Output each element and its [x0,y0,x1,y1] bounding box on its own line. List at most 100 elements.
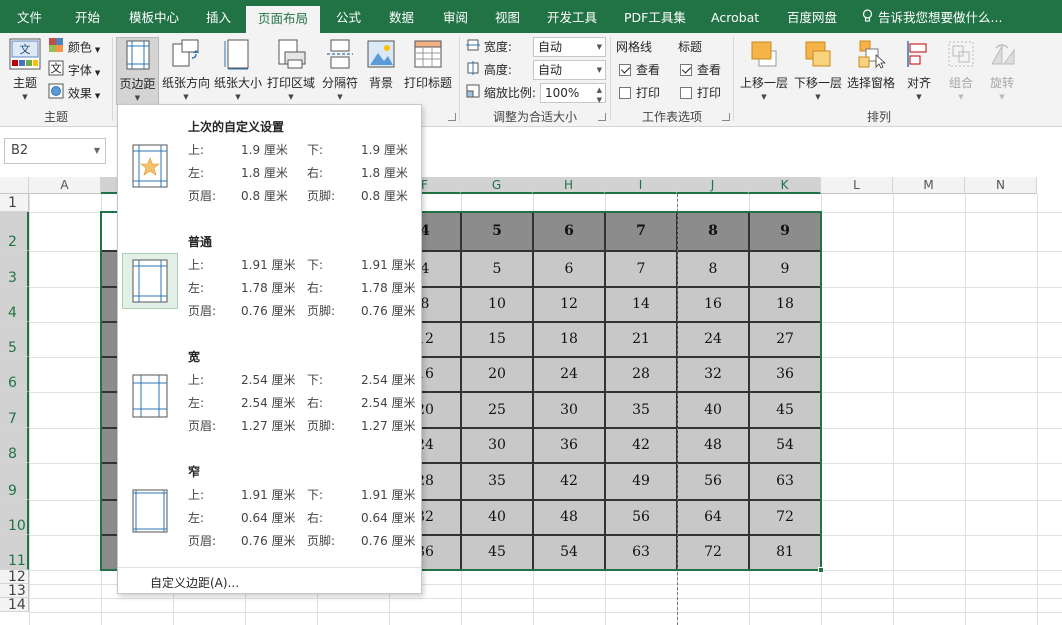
table-cell[interactable]: 54 [533,535,605,570]
table-cell[interactable]: 81 [749,535,821,570]
table-cell[interactable]: 20 [461,357,533,392]
row-header[interactable]: 10 [0,500,29,535]
margin-option-normal[interactable]: 普通上:1.91 厘米下:1.91 厘米左:1.78 厘米右:1.78 厘米页眉… [119,224,421,339]
table-cell[interactable]: 9 [749,251,821,287]
table-cell[interactable]: 25 [461,392,533,428]
custom-margins-menu-item[interactable]: 自定义边距(A)... [118,567,421,594]
table-cell[interactable]: 18 [533,322,605,357]
table-cell[interactable]: 15 [461,322,533,357]
scale-height-dropdown[interactable]: 自动▼ [533,60,606,80]
tab-7[interactable]: 审阅 [443,0,468,33]
table-cell[interactable]: 35 [605,392,677,428]
tab-4[interactable]: 页面布局 [246,6,320,33]
scale-launcher[interactable] [598,113,606,121]
table-cell[interactable]: 7 [605,251,677,287]
align-button[interactable]: 对齐 ▼ [900,37,938,99]
column-header[interactable]: I [605,177,677,194]
theme-effects-button[interactable]: 效果▼ [48,83,100,103]
table-header-cell[interactable]: 5 [461,212,533,251]
row-header[interactable]: 9 [0,463,29,500]
row-header[interactable]: 11 [0,535,29,570]
themes-button[interactable]: 文 主题 ▼ [6,37,44,99]
column-header[interactable]: J [677,177,749,194]
table-cell[interactable]: 40 [461,500,533,535]
table-header-cell[interactable]: 9 [749,212,821,251]
column-header[interactable]: M [893,177,965,194]
table-cell[interactable]: 45 [461,535,533,570]
column-header[interactable]: H [533,177,605,194]
tab-9[interactable]: 开发工具 [547,0,597,33]
theme-colors-button[interactable]: 颜色▼ [48,37,100,57]
table-cell[interactable]: 30 [533,392,605,428]
headings-print-checkbox[interactable]: 打印 [680,83,721,103]
row-header[interactable]: 8 [0,428,29,463]
row-header[interactable]: 12 [0,570,29,584]
table-cell[interactable]: 24 [677,322,749,357]
tab-12[interactable]: 百度网盘 [787,0,837,33]
scale-percent-spinner[interactable]: 100%▲▼ [540,83,606,103]
table-cell[interactable]: 18 [749,287,821,322]
gridlines-print-checkbox[interactable]: 打印 [619,83,660,103]
orientation-button[interactable]: 纸张方向 ▼ [161,37,211,99]
table-cell[interactable]: 40 [677,392,749,428]
tab-6[interactable]: 数据 [389,0,414,33]
table-cell[interactable]: 48 [677,428,749,463]
table-cell[interactable]: 24 [533,357,605,392]
table-cell[interactable]: 21 [605,322,677,357]
table-cell[interactable]: 63 [605,535,677,570]
bring-forward-button[interactable]: 上移一层 ▼ [738,37,790,99]
margins-button[interactable]: 页边距 ▼ [116,37,159,105]
table-header-cell[interactable]: 7 [605,212,677,251]
select-all-corner[interactable] [0,177,29,194]
tab-5[interactable]: 公式 [336,0,361,33]
table-cell[interactable]: 12 [533,287,605,322]
table-cell[interactable]: 54 [749,428,821,463]
row-header[interactable]: 13 [0,584,29,598]
fill-handle[interactable] [818,567,824,573]
table-cell[interactable]: 36 [749,357,821,392]
margin-option-last-custom[interactable]: 上次的自定义设置上:1.9 厘米下:1.9 厘米左:1.8 厘米右:1.8 厘米… [119,109,421,224]
send-backward-button[interactable]: 下移一层 ▼ [792,37,844,99]
table-cell[interactable]: 63 [749,463,821,500]
selection-pane-button[interactable]: 选择窗格 [845,37,897,99]
row-header[interactable]: 14 [0,598,29,612]
row-header[interactable]: 4 [0,287,29,322]
table-cell[interactable]: 36 [533,428,605,463]
page-setup-launcher[interactable] [448,113,456,121]
table-cell[interactable]: 56 [605,500,677,535]
table-cell[interactable]: 42 [605,428,677,463]
print-titles-button[interactable]: 打印标题 [402,37,454,99]
gridlines-view-checkbox[interactable]: 查看 [619,60,660,80]
tab-2[interactable]: 模板中心 [129,0,179,33]
page-size-button[interactable]: 纸张大小 ▼ [213,37,263,99]
tab-1[interactable]: 开始 [75,0,100,33]
rotate-button[interactable]: 旋转 ▼ [984,37,1020,99]
group-objects-button[interactable]: 组合 ▼ [942,37,980,99]
table-cell[interactable]: 16 [677,287,749,322]
tab-8[interactable]: 视图 [495,0,520,33]
table-cell[interactable]: 72 [677,535,749,570]
row-header[interactable]: 5 [0,322,29,357]
table-cell[interactable]: 56 [677,463,749,500]
table-cell[interactable]: 30 [461,428,533,463]
table-cell[interactable]: 28 [605,357,677,392]
sheet-options-launcher[interactable] [722,113,730,121]
column-header[interactable]: K [749,177,821,194]
table-cell[interactable]: 72 [749,500,821,535]
background-button[interactable]: 背景 [364,37,398,99]
headings-view-checkbox[interactable]: 查看 [680,60,721,80]
table-cell[interactable]: 48 [533,500,605,535]
row-header[interactable]: 7 [0,392,29,428]
table-cell[interactable]: 49 [605,463,677,500]
tab-0[interactable]: 文件 [17,0,42,33]
table-cell[interactable]: 64 [677,500,749,535]
row-header[interactable]: 6 [0,357,29,392]
table-cell[interactable]: 10 [461,287,533,322]
tell-me-search[interactable]: 告诉我您想要做什么... [862,0,1002,33]
column-header[interactable]: L [821,177,893,194]
table-cell[interactable]: 32 [677,357,749,392]
row-header[interactable]: 2 [0,212,29,251]
table-header-cell[interactable]: 8 [677,212,749,251]
table-cell[interactable]: 8 [677,251,749,287]
tab-11[interactable]: Acrobat [711,0,759,33]
